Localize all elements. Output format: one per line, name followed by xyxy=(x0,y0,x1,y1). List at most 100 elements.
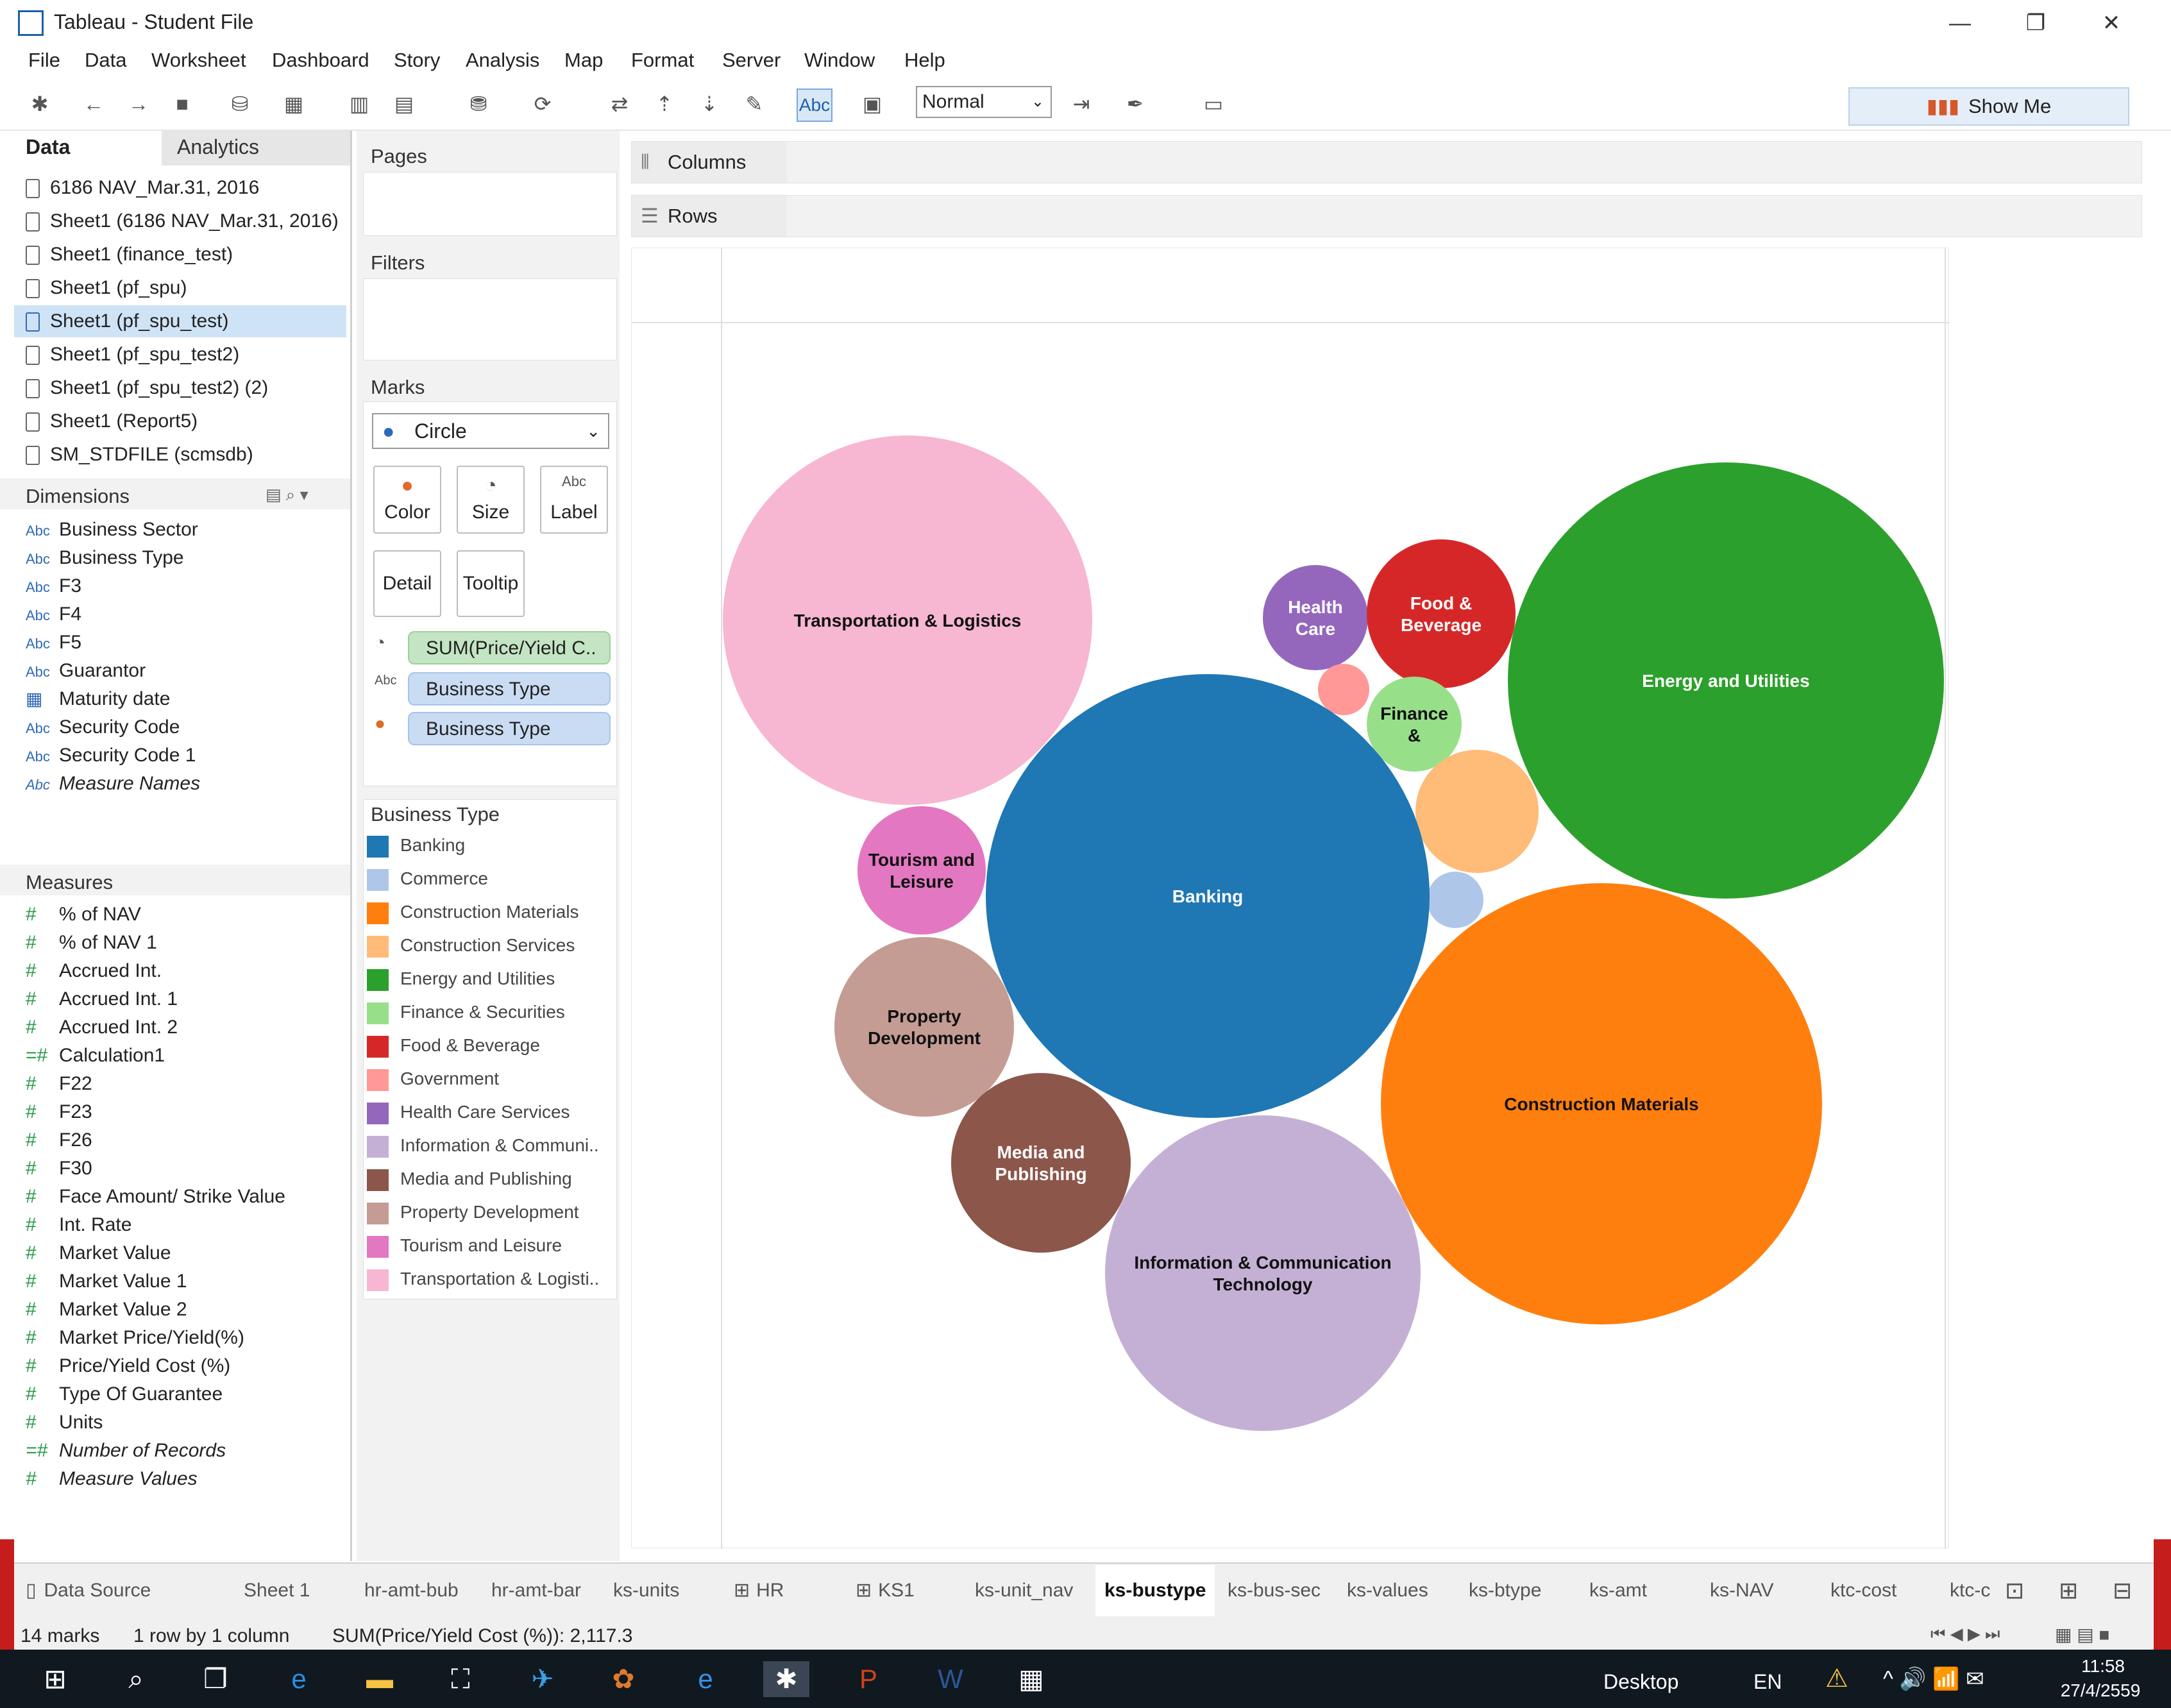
legend-item[interactable]: Construction Materials xyxy=(367,897,579,927)
search-icon[interactable]: ⌕ xyxy=(113,1661,159,1697)
legend-item[interactable]: Health Care Services xyxy=(367,1097,570,1128)
color-pill[interactable]: Business Type xyxy=(408,712,611,745)
data-source-item[interactable]: Sheet1 (finance_test) xyxy=(26,239,233,271)
tableau-logo-icon[interactable]: ✱ xyxy=(23,89,56,119)
label-pill[interactable]: Business Type xyxy=(408,672,611,706)
dimension-field[interactable]: Abc Business Type xyxy=(26,544,184,572)
menu-format[interactable]: Format xyxy=(631,49,694,72)
menu-data[interactable]: Data xyxy=(85,49,126,72)
tab-sheet[interactable]: Sheet 1 xyxy=(244,1565,310,1616)
fit-width-icon[interactable]: ⇥ xyxy=(1065,89,1098,119)
menu-map[interactable]: Map xyxy=(564,49,603,72)
tab-dashboard[interactable]: ⊞ KS1 xyxy=(856,1565,915,1616)
bubble-mark[interactable] xyxy=(1318,664,1369,715)
measure-field[interactable]: # Accrued Int. 2 xyxy=(26,1013,178,1042)
bubble-mark[interactable] xyxy=(1263,565,1368,670)
tab-sheet[interactable]: ks-bus-sec xyxy=(1228,1565,1321,1616)
clear-sheet-icon[interactable]: ▤ xyxy=(387,89,421,119)
dimension-field[interactable]: Abc Business Sector xyxy=(26,516,198,544)
measure-field[interactable]: =# Number of Records xyxy=(26,1437,226,1465)
pen-icon[interactable]: ✒ xyxy=(1119,89,1152,119)
bubble-mark[interactable] xyxy=(1427,872,1483,928)
legend-item[interactable]: Information & Communi.. xyxy=(367,1130,599,1161)
dimension-field[interactable]: Abc F4 xyxy=(26,600,81,629)
data-source-item[interactable]: Sheet1 (pf_spu_test2) xyxy=(26,339,239,371)
menu-window[interactable]: Window xyxy=(804,49,875,72)
measure-field[interactable]: # Measure Values xyxy=(26,1465,198,1493)
close-button[interactable]: ✕ xyxy=(2086,5,2137,41)
calculator-icon[interactable]: ▦ xyxy=(1008,1661,1054,1697)
data-source-item[interactable]: SM_STDFILE (scmsdb) xyxy=(26,439,253,471)
task-view-icon[interactable]: ❐ xyxy=(192,1661,239,1697)
new-story-icon[interactable]: ⊟ xyxy=(2113,1565,2132,1616)
undo-icon[interactable]: ← xyxy=(77,89,110,119)
desktop-toolbar[interactable]: Desktop xyxy=(1603,1670,1678,1694)
bubble-mark[interactable] xyxy=(857,806,986,934)
view-toggle-icon[interactable]: ▦ ▤ ■ xyxy=(2055,1624,2109,1645)
dimension-field[interactable]: Abc F5 xyxy=(26,629,81,657)
warning-icon[interactable]: ⚠ xyxy=(1825,1664,1848,1693)
measure-field[interactable]: # Market Value xyxy=(26,1239,171,1267)
measure-field[interactable]: # Market Price/Yield(%) xyxy=(26,1324,244,1352)
data-source-item[interactable]: Sheet1 (Report5) xyxy=(26,405,198,437)
menu-worksheet[interactable]: Worksheet xyxy=(151,49,246,72)
measure-field[interactable]: # Units xyxy=(26,1408,103,1437)
measure-field[interactable]: # Face Amount/ Strike Value xyxy=(26,1183,285,1211)
legend-item[interactable]: Food & Beverage xyxy=(367,1030,540,1061)
legend-item[interactable]: Transportation & Logisti.. xyxy=(367,1264,599,1294)
powerpoint-icon[interactable]: P xyxy=(845,1661,891,1697)
legend-item[interactable]: Media and Publishing xyxy=(367,1163,572,1194)
bubble-mark[interactable] xyxy=(1105,1115,1421,1431)
save-icon[interactable]: ■ xyxy=(165,89,199,119)
measure-field[interactable]: =# Calculation1 xyxy=(26,1042,165,1070)
bubble-mark[interactable] xyxy=(834,937,1014,1117)
search-icon[interactable]: ▤ ⌕ ▾ xyxy=(266,485,308,505)
store-icon[interactable]: ⛶ xyxy=(437,1661,484,1697)
tab-dashboard[interactable]: ⊞ HR xyxy=(734,1565,784,1616)
mark-type-dropdown[interactable]: ● Circle ⌄ xyxy=(372,413,609,449)
tab-sheet[interactable]: hr-amt-bar xyxy=(491,1565,581,1616)
measure-field[interactable]: # Int. Rate xyxy=(26,1211,131,1239)
tab-sheet[interactable]: ks-values xyxy=(1347,1565,1428,1616)
menu-server[interactable]: Server xyxy=(722,49,781,72)
language-indicator[interactable]: EN xyxy=(1753,1670,1782,1694)
measure-field[interactable]: # Accrued Int. 1 xyxy=(26,985,178,1013)
app-icon[interactable]: ✈ xyxy=(520,1661,566,1697)
minimize-button[interactable]: — xyxy=(1934,5,1986,41)
duplicate-sheet-icon[interactable]: ▥ xyxy=(342,89,376,119)
show-me-button[interactable]: ▮▮▮ Show Me xyxy=(1848,87,2129,126)
data-source-item[interactable]: 6186 NAV_Mar.31, 2016 xyxy=(26,172,259,204)
dimension-field[interactable]: Abc Measure Names xyxy=(26,770,200,798)
sheet-nav-icon[interactable]: ⏮ ◀ ▶ ⏭ xyxy=(1930,1624,2000,1645)
filters-shelf[interactable] xyxy=(363,278,617,360)
tab-data-source[interactable]: ▯ Data Source xyxy=(26,1565,151,1616)
edge-browser-icon[interactable]: e xyxy=(276,1661,322,1697)
presentation-icon[interactable]: ▭ xyxy=(1197,89,1230,119)
tab-analytics[interactable]: Analytics xyxy=(162,131,350,165)
packed-bubble-chart[interactable]: Transportation & Logistics HealthCare Food… xyxy=(632,248,1949,1549)
dimension-field[interactable]: Abc Security Code 1 xyxy=(26,741,196,770)
measure-field[interactable]: # Market Value 1 xyxy=(26,1267,187,1296)
pages-shelf[interactable] xyxy=(363,172,617,236)
menu-dashboard[interactable]: Dashboard xyxy=(272,49,369,72)
sort-ascending-icon[interactable]: ⇡ xyxy=(648,89,681,119)
new-dashboard-icon[interactable]: ⊞ xyxy=(2059,1565,2078,1616)
measure-field[interactable]: # Type Of Guarantee xyxy=(26,1380,223,1408)
measure-field[interactable]: # F23 xyxy=(26,1098,92,1126)
measure-field[interactable]: # F22 xyxy=(26,1070,92,1098)
tray-icons[interactable]: ^ 🔊 📶 ✉ xyxy=(1883,1666,1984,1692)
measure-field[interactable]: # Price/Yield Cost (%) xyxy=(26,1352,230,1380)
restore-button[interactable]: ❐ xyxy=(2010,5,2061,41)
redo-icon[interactable]: → xyxy=(122,89,155,119)
data-source-item-selected[interactable]: Sheet1 (pf_spu_test) xyxy=(14,305,346,337)
new-worksheet-icon[interactable]: ⊡ xyxy=(2005,1565,2024,1616)
legend-item[interactable]: Commerce xyxy=(367,863,488,894)
label-button[interactable]: Abc Label xyxy=(540,466,608,534)
legend-item[interactable]: Banking xyxy=(367,830,465,861)
tab-sheet[interactable]: ks-unit_nav xyxy=(975,1565,1073,1616)
menu-analysis[interactable]: Analysis xyxy=(466,49,539,72)
fix-axes-icon[interactable]: ▣ xyxy=(856,89,889,119)
menu-help[interactable]: Help xyxy=(904,49,945,72)
data-source-item[interactable]: Sheet1 (pf_spu_test2) (2) xyxy=(26,372,268,404)
measure-field[interactable]: # F30 xyxy=(26,1154,92,1183)
